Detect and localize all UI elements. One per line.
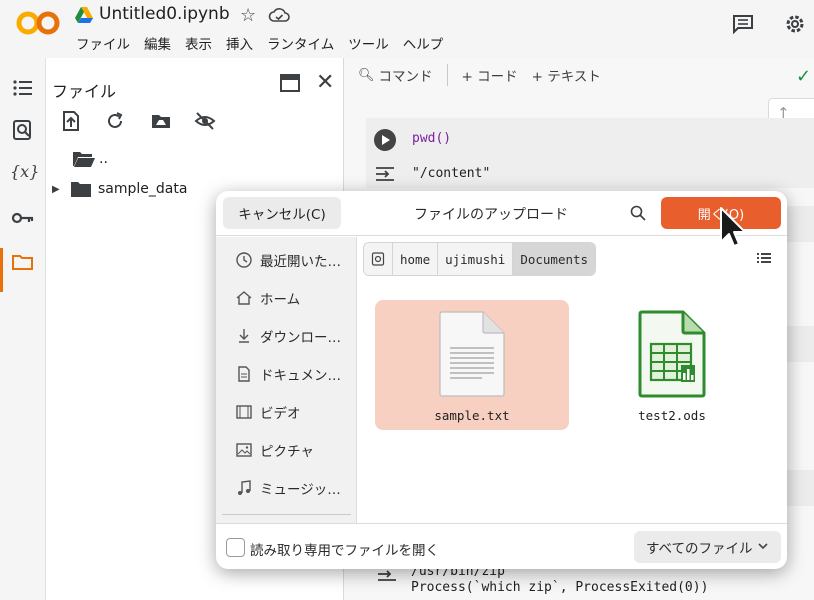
sidebar-item-music[interactable]: ミュージッ… [216,473,357,503]
file-item-sample-txt[interactable]: sample.txt [375,300,569,430]
files-panel-title: ファイル [52,82,117,101]
sidebar-item-pictures[interactable]: ピクチャ [216,435,357,465]
add-code-button[interactable]: + コード [462,65,518,85]
folder-icon[interactable] [10,250,36,274]
text-file-icon [439,311,505,397]
readonly-label[interactable]: 読み取り専用でファイルを開く [250,539,439,559]
add-text-button[interactable]: + テキスト [532,65,601,85]
sidebar-item-videos[interactable]: ビデオ [216,397,357,427]
colab-logo [16,11,60,35]
cloud-saved-icon [268,8,290,22]
find-icon[interactable] [10,118,36,142]
close-icon[interactable]: ✕ [316,70,334,95]
filter-label: すべてのファイル [646,541,753,557]
divider [446,64,448,86]
path-root-drive[interactable] [364,243,393,275]
menu-tools[interactable]: ツール [348,33,389,53]
sidebar-item-label: ビデオ [260,406,301,422]
command-bar: 🔍︎ コマンド + コード + テキスト [358,64,601,86]
menu-runtime[interactable]: ランタイム [267,33,334,53]
cell-code[interactable]: pwd() [412,131,451,146]
gear-icon[interactable] [783,12,807,36]
dialog-header: キャンセル(C) ファイルのアップロード 開く(O) [216,191,787,236]
upload-icon[interactable] [60,110,82,132]
open-in-window-icon[interactable] [280,74,300,92]
spreadsheet-file-icon [638,310,706,398]
table-of-contents-icon[interactable] [10,76,36,100]
file-item-test2-ods[interactable]: test2.ods [575,300,769,430]
tree-item-label: sample_data [98,181,188,197]
sidebar-item-label: ホーム [260,292,301,308]
list-view-icon[interactable] [756,251,772,265]
path-bar: home ujimushi Documents [363,242,597,276]
menu-insert[interactable]: 挿入 [226,33,253,53]
sidebar-item-downloads[interactable]: ダウンロー… [216,321,357,351]
menu-view[interactable]: 表示 [185,33,212,53]
drive-icon [371,252,385,266]
file-type-filter[interactable]: すべてのファイル [634,531,781,563]
file-name: sample.txt [434,408,510,423]
chevron-down-icon [758,543,768,550]
recent-icon [236,252,252,268]
menu-edit[interactable]: 編集 [144,33,171,53]
output-line: Process(`which zip`, ProcessExited(0)) [411,580,709,595]
document-icon [238,366,250,382]
search-icon[interactable]: 🔍︎ [358,68,375,83]
search-icon[interactable] [629,204,647,222]
sidebar-item-label: ドキュメン… [260,368,341,384]
connected-check-icon: ✓ [796,66,812,87]
video-icon [236,405,252,419]
dialog-title: ファイルのアップロード [414,207,568,223]
command-palette-button[interactable]: コマンド [379,65,433,85]
mount-drive-icon[interactable] [150,110,172,132]
top-bar: Untitled0.ipynb ☆ ファイル 編集 表示 挿入 ランタイム ツー… [0,0,814,58]
sidebar-item-home[interactable]: ホーム [216,283,357,313]
places-sidebar: 最近開いた… ホーム ダウンロー… ドキュメン… ビデオ ピクチャ ミュージッ… [216,237,357,523]
tree-item-label: .. [99,151,108,167]
hide-hidden-files-icon[interactable] [194,110,216,132]
menu-bar: ファイル 編集 表示 挿入 ランタイム ツール ヘルプ [76,33,457,53]
star-icon[interactable]: ☆ [240,5,256,26]
music-icon [238,480,251,495]
folder-open-icon [73,152,95,167]
folder-icon [71,182,91,197]
path-crumb-home[interactable]: home [393,243,439,275]
home-icon [236,291,252,305]
dialog-footer: 読み取り専用でファイルを開く すべてのファイル [216,523,787,569]
cancel-button[interactable]: キャンセル(C) [223,197,341,229]
menu-help[interactable]: ヘルプ [403,33,444,53]
sidebar-item-label: 最近開いた… [260,254,341,270]
sidebar-item-label: ミュージッ… [260,482,341,498]
path-crumb-user[interactable]: ujimushi [438,243,514,275]
menu-file[interactable]: ファイル [76,33,130,53]
mouse-cursor-icon [720,207,743,247]
sidebar-item-label: ダウンロー… [260,330,341,346]
code-cell[interactable]: pwd() "/content" [366,118,814,188]
chevron-right-icon[interactable]: ▶ [52,184,70,195]
divider [222,514,351,515]
download-icon [239,329,249,343]
drive-icon[interactable] [74,6,94,24]
refresh-icon[interactable] [104,110,126,132]
active-indicator [0,248,3,292]
sidebar-item-recent[interactable]: 最近開いた… [216,245,357,275]
path-crumb-documents[interactable]: Documents [513,243,596,275]
sidebar-item-label: ピクチャ [260,444,314,460]
variables-icon[interactable]: {x} [10,162,39,186]
sidebar-item-documents[interactable]: ドキュメン… [216,359,357,389]
tree-row-sample-data[interactable]: ▶ sample_data [52,180,187,198]
key-icon[interactable] [10,206,36,230]
tree-row-parent[interactable]: .. [72,150,108,168]
file-upload-dialog: キャンセル(C) ファイルのアップロード 開く(O) 最近開いた… ホーム ダウ [216,191,787,569]
readonly-checkbox[interactable] [226,538,245,557]
left-rail: {x} [0,58,46,600]
run-cell-button[interactable] [374,129,396,151]
picture-icon [236,443,252,457]
cell-output: "/content" [412,166,491,181]
file-name: test2.ods [638,408,706,423]
notebook-title[interactable]: Untitled0.ipynb [99,4,230,24]
output-icon[interactable] [374,164,396,182]
comment-icon[interactable] [732,14,754,34]
